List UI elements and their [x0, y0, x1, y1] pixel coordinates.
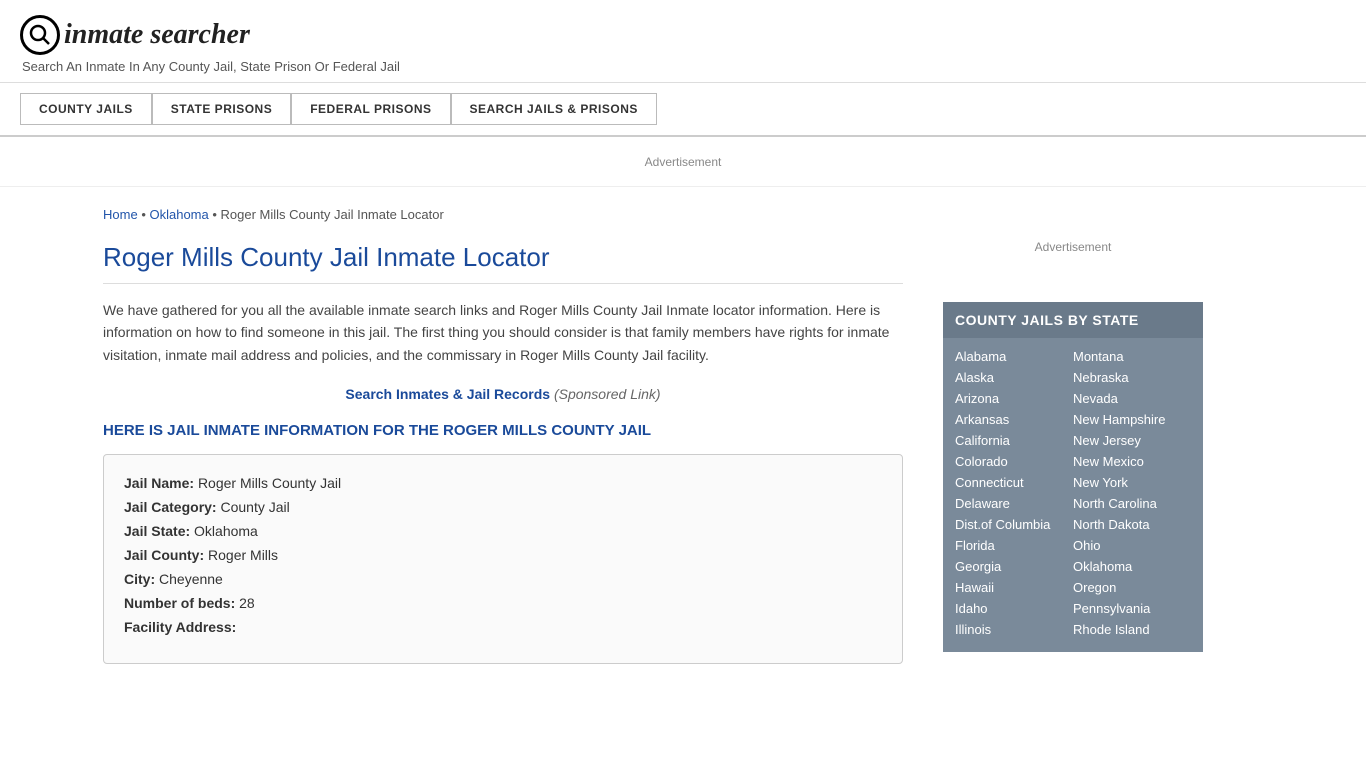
state-link[interactable]: Florida: [955, 535, 1073, 556]
state-grid: AlabamaAlaskaArizonaArkansasCaliforniaCo…: [943, 338, 1203, 652]
jail-category-value: County Jail: [220, 499, 289, 515]
state-link[interactable]: Arkansas: [955, 409, 1073, 430]
jail-county-value: Roger Mills: [208, 547, 278, 563]
state-link[interactable]: Nebraska: [1073, 367, 1191, 388]
breadcrumb-current: Roger Mills County Jail Inmate Locator: [221, 207, 444, 222]
jail-address-label: Facility Address:: [124, 619, 236, 635]
state-link[interactable]: Colorado: [955, 451, 1073, 472]
description: We have gathered for you all the availab…: [103, 299, 903, 366]
jail-city-value: Cheyenne: [159, 571, 223, 587]
jail-city-row: City: Cheyenne: [124, 571, 882, 587]
main-layout: Home • Oklahoma • Roger Mills County Jai…: [83, 187, 1283, 684]
jail-name-val: Roger Mills County Jail: [198, 475, 341, 491]
state-link[interactable]: Illinois: [955, 619, 1073, 640]
logo-area: inmate searcher: [20, 15, 1346, 55]
nav-inner: COUNTY JAILS STATE PRISONS FEDERAL PRISO…: [20, 93, 1346, 125]
jail-state-row: Jail State: Oklahoma: [124, 523, 882, 539]
state-link[interactable]: Georgia: [955, 556, 1073, 577]
jail-category-row: Jail Category: County Jail: [124, 499, 882, 515]
nav-federal-prisons[interactable]: FEDERAL PRISONS: [291, 93, 450, 125]
state-link[interactable]: Rhode Island: [1073, 619, 1191, 640]
logo-icon: [20, 15, 60, 55]
jail-county-label: Jail County:: [124, 547, 204, 563]
state-link[interactable]: North Dakota: [1073, 514, 1191, 535]
sidebar-ad: Advertisement: [943, 207, 1203, 287]
nav: COUNTY JAILS STATE PRISONS FEDERAL PRISO…: [0, 83, 1366, 137]
sidebar: Advertisement COUNTY JAILS BY STATE Alab…: [923, 187, 1203, 684]
state-link[interactable]: Hawaii: [955, 577, 1073, 598]
state-link[interactable]: Montana: [1073, 346, 1191, 367]
jail-address-row: Facility Address:: [124, 619, 882, 635]
state-link[interactable]: New York: [1073, 472, 1191, 493]
state-link[interactable]: New Jersey: [1073, 430, 1191, 451]
page-title: Roger Mills County Jail Inmate Locator: [103, 242, 903, 284]
jail-name-row: Jail Name: Roger Mills County Jail: [124, 475, 882, 491]
header: inmate searcher Search An Inmate In Any …: [0, 0, 1366, 83]
state-link[interactable]: New Mexico: [1073, 451, 1191, 472]
state-col-left: AlabamaAlaskaArizonaArkansasCaliforniaCo…: [955, 346, 1073, 640]
logo-tagline: Search An Inmate In Any County Jail, Sta…: [22, 59, 1346, 74]
content: Home • Oklahoma • Roger Mills County Jai…: [103, 187, 923, 684]
state-link[interactable]: California: [955, 430, 1073, 451]
state-link[interactable]: Alaska: [955, 367, 1073, 388]
jail-city-label: City:: [124, 571, 155, 587]
jail-info-header: HERE IS JAIL INMATE INFORMATION FOR THE …: [103, 422, 903, 439]
breadcrumb: Home • Oklahoma • Roger Mills County Jai…: [103, 207, 903, 222]
state-link[interactable]: New Hampshire: [1073, 409, 1191, 430]
state-link[interactable]: Oregon: [1073, 577, 1191, 598]
search-link: Search Inmates & Jail Records (Sponsored…: [103, 386, 903, 402]
state-link[interactable]: Idaho: [955, 598, 1073, 619]
nav-county-jails[interactable]: COUNTY JAILS: [20, 93, 152, 125]
sponsored-text: (Sponsored Link): [554, 386, 661, 402]
state-box: COUNTY JAILS BY STATE AlabamaAlaskaArizo…: [943, 302, 1203, 652]
state-link[interactable]: Ohio: [1073, 535, 1191, 556]
state-box-title: COUNTY JAILS BY STATE: [943, 302, 1203, 338]
ad-bar: Advertisement: [0, 137, 1366, 187]
breadcrumb-state[interactable]: Oklahoma: [149, 207, 208, 222]
state-link[interactable]: North Carolina: [1073, 493, 1191, 514]
state-link[interactable]: Delaware: [955, 493, 1073, 514]
state-link[interactable]: Oklahoma: [1073, 556, 1191, 577]
nav-state-prisons[interactable]: STATE PRISONS: [152, 93, 291, 125]
info-box: Jail Name: Roger Mills County Jail Jail …: [103, 454, 903, 664]
jail-beds-label: Number of beds:: [124, 595, 235, 611]
nav-search-jails[interactable]: SEARCH JAILS & PRISONS: [451, 93, 657, 125]
search-inmates-link[interactable]: Search Inmates & Jail Records: [345, 386, 550, 402]
jail-name-label: Jail Name:: [124, 475, 194, 491]
jail-beds-value: 28: [239, 595, 255, 611]
breadcrumb-sep2: •: [212, 207, 220, 222]
jail-county-row: Jail County: Roger Mills: [124, 547, 882, 563]
state-link[interactable]: Alabama: [955, 346, 1073, 367]
jail-state-value: Oklahoma: [194, 523, 258, 539]
jail-state-label: Jail State:: [124, 523, 190, 539]
state-link[interactable]: Arizona: [955, 388, 1073, 409]
logo-text: inmate searcher: [64, 19, 250, 51]
state-link[interactable]: Connecticut: [955, 472, 1073, 493]
jail-beds-row: Number of beds: 28: [124, 595, 882, 611]
breadcrumb-home[interactable]: Home: [103, 207, 138, 222]
state-link[interactable]: Dist.of Columbia: [955, 514, 1073, 535]
state-link[interactable]: Nevada: [1073, 388, 1191, 409]
state-col-right: MontanaNebraskaNevadaNew HampshireNew Je…: [1073, 346, 1191, 640]
state-link[interactable]: Pennsylvania: [1073, 598, 1191, 619]
jail-category-label: Jail Category:: [124, 499, 217, 515]
